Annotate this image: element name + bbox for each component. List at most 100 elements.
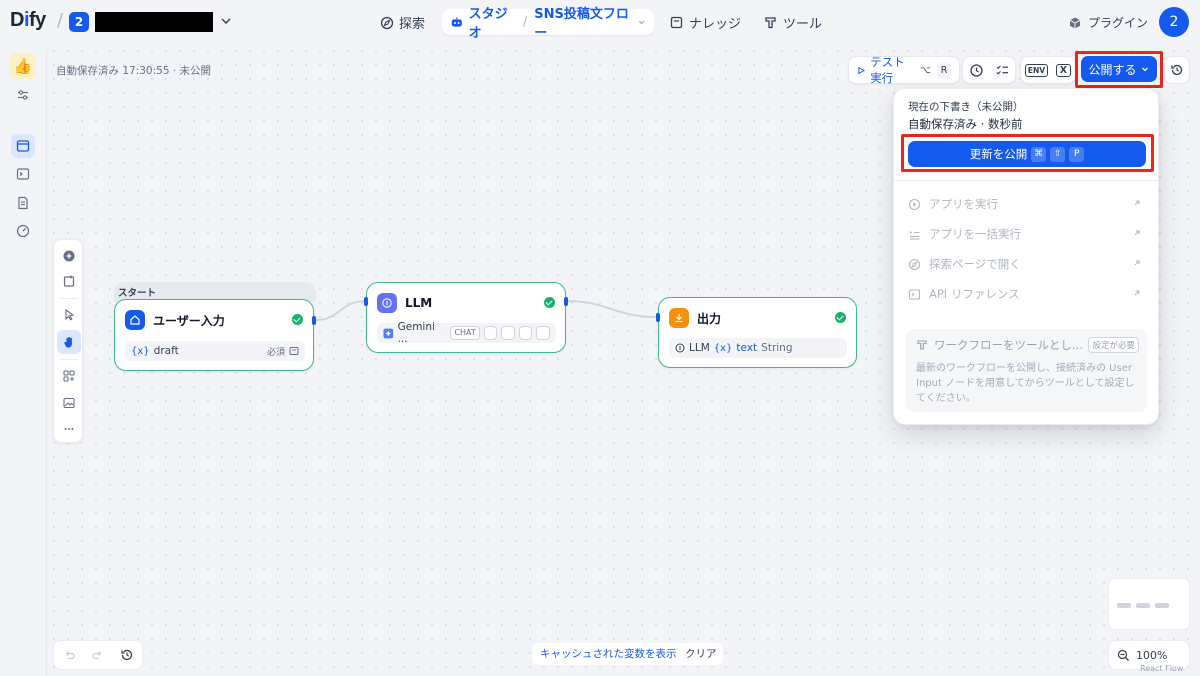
tool-card-title: ワークフローをツールとし... (934, 338, 1083, 352)
hammer-icon (917, 340, 927, 350)
shortcut-option-key: ⌥ (920, 64, 931, 76)
organize-blocks-button[interactable] (57, 364, 81, 388)
minimap-node (1136, 603, 1150, 608)
variable-icon: {x} (713, 342, 733, 354)
required-label: 必須 (266, 347, 285, 358)
toolbar-variables-group: ENV X (1020, 56, 1076, 84)
node-input-handle[interactable] (364, 297, 368, 306)
chat-mode-chip: CHAT (450, 326, 480, 340)
pointer-mode-button[interactable] (57, 303, 81, 327)
autosave-time: 自動保存済み · 数秒前 (908, 117, 1023, 131)
more-options-button[interactable] (57, 417, 81, 441)
menu-item-label: API リファレンス (929, 287, 1020, 301)
node-output-handle[interactable] (564, 297, 568, 306)
zoom-level: 100% (1136, 648, 1168, 662)
output-title: 出力 (697, 311, 722, 326)
minimap-node (1155, 603, 1169, 608)
edge-input-to-llm (315, 300, 367, 321)
draft-status: 現在の下書き（未公開） (908, 101, 1024, 113)
llm-model-name: Gemini ... (397, 321, 435, 345)
terminal-icon (908, 288, 921, 300)
video-feature-icon (518, 326, 533, 340)
hand-mode-button[interactable] (57, 330, 81, 354)
ellipsis-icon (64, 428, 74, 430)
llm-icon (377, 293, 397, 313)
audio-feature-icon (536, 326, 550, 340)
minimap[interactable] (1108, 578, 1190, 630)
external-link-icon (1134, 290, 1140, 296)
hand-icon (64, 336, 72, 348)
variable-name: draft (153, 345, 179, 357)
node-output-handle[interactable] (312, 316, 316, 325)
tool-divider (60, 298, 78, 299)
check-icon (544, 297, 555, 308)
tool-card-description: 最新のワークフローを公開し、接続済みの User Input ノードを用意してか… (916, 363, 1135, 404)
test-run-label: テスト実行 (870, 55, 905, 85)
env-variables-button[interactable]: ENV (1024, 63, 1049, 77)
version-history-button[interactable] (1164, 56, 1190, 84)
batch-list-icon (910, 230, 920, 240)
react-flow-attribution: React Flow (1140, 664, 1184, 673)
menu-item-open-explore[interactable]: 探索ページで開く (908, 252, 1146, 276)
zoom-out-icon[interactable] (1117, 649, 1130, 662)
cursor-icon (65, 308, 75, 321)
menu-item-label: アプリを実行 (929, 197, 998, 211)
document-feature-icon (501, 326, 515, 340)
external-link-icon (1134, 230, 1140, 236)
history-icon[interactable] (120, 648, 134, 662)
edge-llm-to-output (565, 300, 659, 318)
test-run-button[interactable]: テスト実行 ⌥ R (848, 55, 960, 85)
setup-required-badge: 設定が必要 (1088, 337, 1139, 353)
output-icon (669, 308, 689, 328)
conversation-variables-button[interactable]: X (1055, 63, 1072, 77)
layout-icon (63, 370, 75, 382)
external-link-icon (1134, 260, 1140, 266)
variable-icon: {x} (131, 345, 150, 357)
plus-circle-icon (63, 250, 75, 262)
canvas-tool-panel (53, 239, 83, 443)
checklist-clock-icon[interactable] (969, 63, 984, 78)
output-variable-name: text (736, 342, 758, 354)
llm-title: LLM (405, 296, 433, 310)
vision-feature-icon (483, 326, 498, 340)
menu-item-label: 探索ページで開く (929, 257, 1021, 271)
export-image-button[interactable] (57, 391, 81, 415)
output-node[interactable]: 出力 LLM {x} text String (658, 297, 857, 368)
note-icon (63, 275, 75, 287)
menu-item-api-reference[interactable]: API リファレンス (908, 282, 1146, 306)
user-input-variable[interactable]: {x} draft 必須 (125, 341, 305, 361)
check-icon (835, 312, 846, 323)
llm-source-icon (675, 343, 685, 353)
tool-divider (60, 359, 78, 360)
workflow-as-tool-card[interactable]: ワークフローをツールとし... 設定が必要 最新のワークフローを公開し、接続済み… (906, 329, 1147, 412)
publish-highlight-box (1075, 51, 1163, 88)
history-icon (1171, 64, 1183, 76)
undo-icon[interactable] (62, 648, 76, 662)
add-note-button[interactable] (57, 269, 81, 293)
update-highlight-box (901, 134, 1154, 172)
llm-node[interactable]: LLM Gemini ... CHAT (366, 282, 566, 353)
undo-redo-group (53, 640, 143, 670)
output-variable-type: String (761, 342, 793, 354)
start-label: スタート (118, 288, 157, 299)
gemini-icon (383, 328, 394, 338)
play-icon (858, 66, 866, 74)
output-variable[interactable]: LLM {x} text String (669, 338, 847, 358)
menu-item-label: アプリを一括実行 (929, 227, 1021, 241)
user-input-node[interactable]: ユーザー入力 {x} draft 必須 (114, 299, 314, 371)
checklist-icon[interactable] (995, 63, 1010, 78)
menu-item-run-app[interactable]: アプリを実行 (908, 192, 1146, 216)
clear-cache-button[interactable]: クリア (679, 643, 723, 665)
shortcut-r-key: R (937, 62, 951, 78)
minimap-node (1117, 603, 1131, 608)
play-circle-icon (908, 198, 921, 210)
redo-icon[interactable] (91, 648, 105, 662)
image-icon (63, 397, 75, 409)
textbox-icon (289, 347, 299, 355)
show-cached-variables-button[interactable]: キャッシュされた変数を表示 (532, 643, 685, 665)
menu-item-batch-run[interactable]: アプリを一括実行 (908, 222, 1146, 246)
node-input-handle[interactable] (656, 313, 660, 322)
llm-model-selector[interactable]: Gemini ... CHAT (377, 321, 556, 345)
add-node-button[interactable] (57, 244, 81, 268)
toolbar-icon-group (962, 56, 1016, 84)
